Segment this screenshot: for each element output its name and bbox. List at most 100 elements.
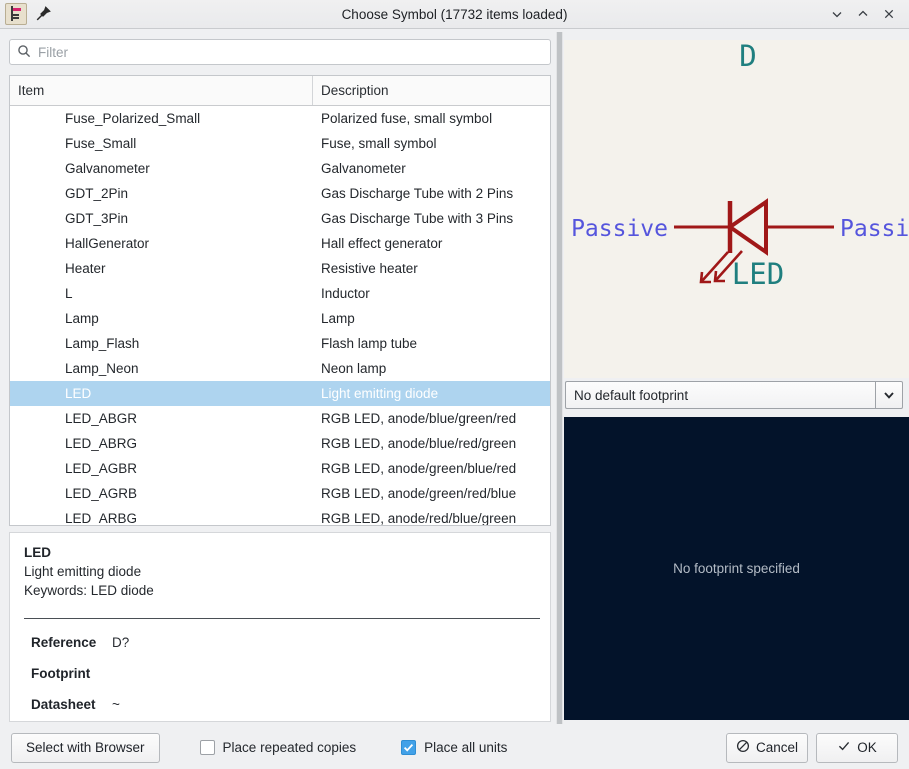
cell-description: RGB LED, anode/green/blue/red — [321, 461, 517, 476]
place-all-units-label: Place all units — [424, 740, 508, 755]
pin-icon[interactable] — [34, 5, 52, 23]
cell-description: Resistive heater — [321, 261, 418, 276]
table-row[interactable]: Lamp_Neon Neon lamp — [10, 356, 550, 381]
chevron-down-icon[interactable] — [875, 381, 903, 409]
cancel-button[interactable]: Cancel — [726, 732, 808, 763]
symbol-value-label: LED — [732, 257, 784, 291]
detail-field-label: Reference — [31, 635, 97, 650]
dialog-actions: Cancel OK — [726, 732, 909, 763]
table-row[interactable]: Heater Resistive heater — [10, 256, 550, 281]
search-input[interactable] — [38, 44, 518, 60]
detail-keywords: Keywords: LED diode — [24, 583, 154, 598]
checkbox-box-all-units[interactable] — [401, 740, 417, 755]
symbol-reference-label: D — [739, 40, 756, 73]
cell-description: Gas Discharge Tube with 2 Pins — [321, 186, 514, 201]
cell-item: GDT_2Pin — [65, 186, 129, 201]
place-repeated-copies-label: Place repeated copies — [222, 740, 357, 755]
cell-item: Lamp_Flash — [65, 336, 140, 351]
table-row[interactable]: HallGenerator Hall effect generator — [10, 231, 550, 256]
cell-description: Fuse, small symbol — [321, 136, 437, 151]
footprint-selected-value[interactable]: No default footprint — [565, 381, 875, 409]
checkbox-box-repeated[interactable] — [199, 740, 215, 755]
symbol-preview-canvas[interactable]: D LED Passive Passive — [564, 40, 909, 378]
column-header-item[interactable]: Item — [10, 76, 313, 105]
search-icon — [17, 44, 31, 61]
cell-item: L — [65, 286, 73, 301]
table-row[interactable]: Fuse_Polarized_Small Polarized fuse, smal… — [10, 106, 550, 131]
dialog-button-bar: Select with Browser Place repeated copie… — [0, 726, 909, 769]
symbol-pin-left-label: Passive — [571, 216, 668, 242]
symbol-list[interactable]: Item Description Fuse_Polarized_Small Pol… — [9, 75, 551, 526]
ok-label: OK — [857, 740, 877, 755]
cell-item: LED_AGRB — [65, 486, 138, 501]
cell-item: LED_AGBR — [65, 461, 138, 476]
cell-description: Lamp — [321, 311, 355, 326]
footprint-preview-canvas[interactable]: No footprint specified — [564, 417, 909, 720]
cell-description: Light emitting diode — [321, 386, 439, 401]
ok-button[interactable]: OK — [816, 732, 898, 763]
symbol-pin-right-label: Passive — [840, 216, 909, 242]
cell-description: Neon lamp — [321, 361, 387, 376]
cell-description: RGB LED, anode/red/blue/green — [321, 511, 517, 526]
detail-field-row: Datasheet ~ — [24, 697, 536, 712]
kicad-eeschema-icon — [5, 3, 27, 25]
cell-description: RGB LED, anode/blue/green/red — [321, 411, 517, 426]
place-all-units-checkbox[interactable]: Place all units — [401, 740, 507, 755]
table-row[interactable]: GDT_3Pin Gas Discharge Tube with 3 Pins — [10, 206, 550, 231]
cell-description: Polarized fuse, small symbol — [321, 111, 493, 126]
cell-description: Flash lamp tube — [321, 336, 418, 351]
no-entry-icon — [736, 739, 750, 756]
cell-item: GDT_3Pin — [65, 211, 129, 226]
cell-description: Inductor — [321, 286, 370, 301]
footprint-dropdown[interactable]: No default footprint — [565, 381, 903, 409]
maximize-icon[interactable] — [851, 2, 875, 26]
panel-splitter[interactable] — [556, 32, 563, 724]
check-icon — [837, 739, 851, 756]
table-row[interactable]: LED Light emitting diode — [10, 381, 550, 406]
place-repeated-copies-checkbox[interactable]: Place repeated copies — [199, 740, 357, 755]
detail-divider — [24, 618, 540, 619]
table-row[interactable]: LED_ABGR RGB LED, anode/blue/green/red — [10, 406, 550, 431]
cell-item: Fuse_Small — [65, 136, 137, 151]
cell-description: Galvanometer — [321, 161, 406, 176]
select-with-browser-button[interactable]: Select with Browser — [11, 732, 160, 763]
table-row[interactable]: Lamp_Flash Flash lamp tube — [10, 331, 550, 356]
cell-item: Lamp_Neon — [65, 361, 139, 376]
detail-field-row: Reference D? — [24, 635, 536, 650]
cell-description: RGB LED, anode/blue/red/green — [321, 436, 517, 451]
detail-field-label: Datasheet — [31, 697, 96, 712]
filter-field[interactable] — [9, 39, 551, 65]
window-title: Choose Symbol (17732 items loaded) — [341, 6, 568, 22]
detail-fields: Reference D? Footprint Datasheet ~ — [24, 635, 536, 712]
list-header: Item Description — [10, 76, 550, 106]
table-row[interactable]: L Inductor — [10, 281, 550, 306]
minimize-icon[interactable] — [825, 2, 849, 26]
detail-field-label: Footprint — [31, 666, 91, 681]
select-with-browser-label: Select with Browser — [26, 740, 145, 755]
table-row[interactable]: Fuse_Small Fuse, small symbol — [10, 131, 550, 156]
cell-item: LED — [65, 386, 92, 401]
cell-description: RGB LED, anode/green/red/blue — [321, 486, 517, 501]
column-header-description[interactable]: Description — [313, 76, 550, 105]
table-row[interactable]: Lamp Lamp — [10, 306, 550, 331]
table-row[interactable]: LED_ABRG RGB LED, anode/blue/red/green — [10, 431, 550, 456]
table-row[interactable]: LED_AGRB RGB LED, anode/green/red/blue — [10, 481, 550, 506]
window-titlebar: Choose Symbol (17732 items loaded) — [0, 0, 909, 29]
table-row[interactable]: GDT_2Pin Gas Discharge Tube with 2 Pins — [10, 181, 550, 206]
table-row[interactable]: LED_ARBG RGB LED, anode/red/blue/green — [10, 506, 550, 526]
window-controls — [825, 2, 909, 26]
cell-item: LED_ARBG — [65, 511, 138, 526]
detail-symbol-name: LED — [24, 545, 51, 560]
check-icon — [404, 743, 414, 752]
cell-description: Hall effect generator — [321, 236, 443, 251]
table-row[interactable]: Galvanometer Galvanometer — [10, 156, 550, 181]
close-icon[interactable] — [877, 2, 901, 26]
detail-field-value: D? — [112, 635, 130, 650]
cell-item: LED_ABRG — [65, 436, 138, 451]
footprint-empty-message: No footprint specified — [673, 561, 800, 576]
symbol-details-panel: LED Light emitting diode Keywords: LED d… — [9, 532, 551, 722]
cell-item: Lamp — [65, 311, 99, 326]
table-row[interactable]: LED_AGBR RGB LED, anode/green/blue/red — [10, 456, 550, 481]
detail-description: Light emitting diode — [24, 564, 142, 579]
led-symbol-graphic: D LED Passive Passive — [571, 40, 909, 291]
